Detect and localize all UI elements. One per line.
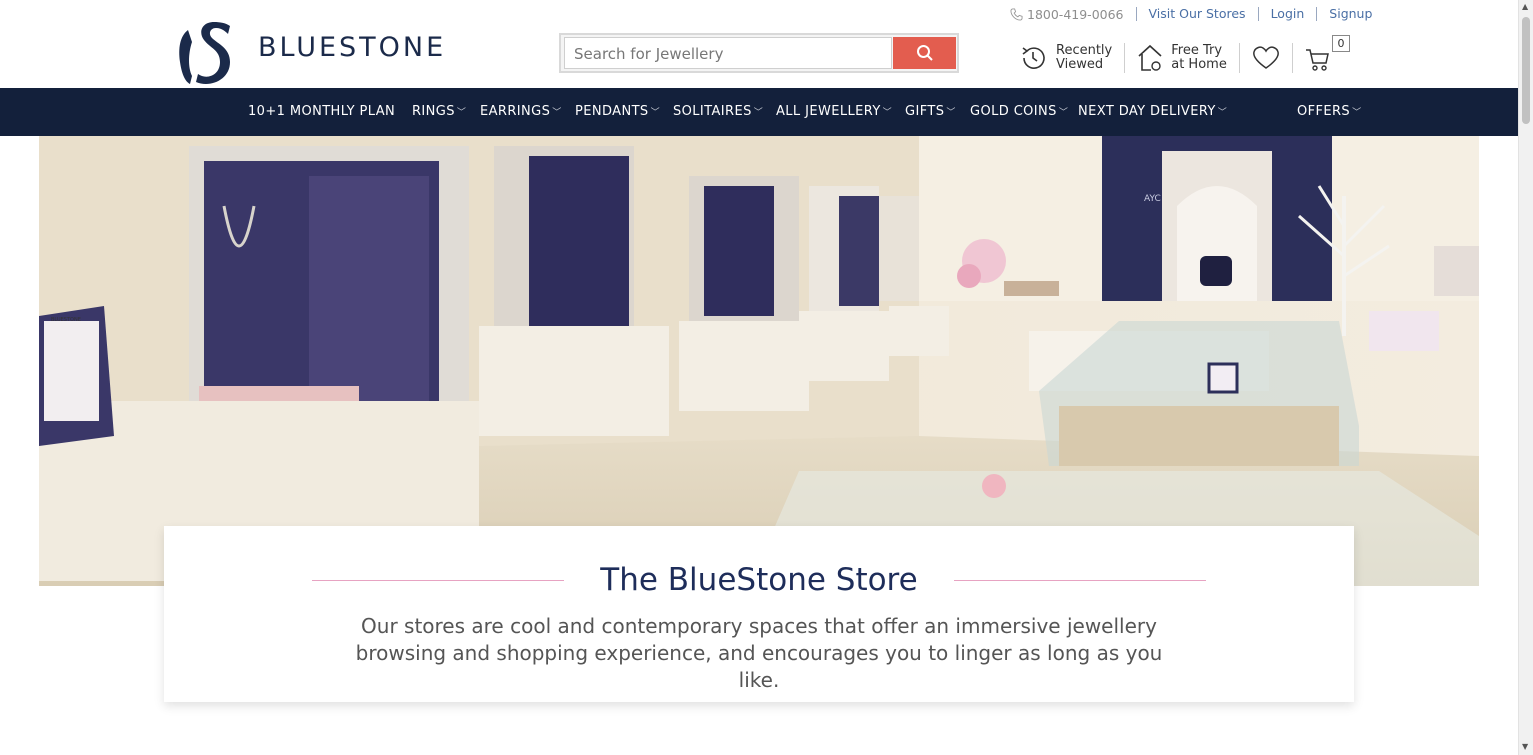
- nav-next-day-delivery[interactable]: NEXT DAY DELIVERY ﹀: [1078, 104, 1227, 119]
- visit-stores-link[interactable]: Visit Our Stores: [1135, 7, 1258, 21]
- store-title: The BlueStone Store: [600, 562, 918, 598]
- search-button[interactable]: [893, 37, 956, 69]
- free-try-at-home-button[interactable]: Free Try at Home: [1137, 43, 1227, 73]
- nav-gold-coins[interactable]: GOLD COINS ﹀: [970, 104, 1068, 119]
- store-description: Our stores are cool and contemporary spa…: [355, 614, 1163, 692]
- display-board-text: BLUESTONE: [51, 317, 81, 323]
- cart-icon: [1305, 49, 1329, 71]
- nav-label: NEXT DAY DELIVERY: [1078, 104, 1216, 119]
- nav-gifts[interactable]: GIFTS ﹀: [905, 104, 956, 119]
- main-nav: 10+1 MONTHLY PLAN RINGS ﹀ EARRINGS ﹀ PENDA…: [0, 88, 1518, 136]
- nav-label: SOLITAIRES: [673, 104, 752, 119]
- nav-label: OFFERS: [1297, 104, 1351, 119]
- chevron-down-icon: ﹀: [1058, 108, 1069, 118]
- top-links: 1800-419-0066 Visit Our Stores Login Sig…: [1010, 6, 1384, 22]
- scroll-up-arrow-icon[interactable]: ▲: [1522, 2, 1528, 11]
- chevron-down-icon: ﹀: [1217, 108, 1228, 118]
- phone-link[interactable]: 1800-419-0066: [1010, 7, 1136, 22]
- login-link[interactable]: Login: [1257, 7, 1317, 21]
- scroll-down-arrow-icon[interactable]: ▼: [1522, 742, 1528, 751]
- nav-earrings[interactable]: EARRINGS ﹀: [480, 104, 562, 119]
- store-interior-illustration: AYC BLUESTONE: [39, 136, 1479, 586]
- cart-button[interactable]: [1305, 44, 1331, 72]
- nav-label: RINGS: [412, 104, 455, 119]
- nav-rings[interactable]: RINGS ﹀: [412, 104, 466, 119]
- phone-number: 1800-419-0066: [1027, 6, 1124, 22]
- chevron-down-icon: ﹀: [882, 108, 893, 118]
- chevron-down-icon: ﹀: [552, 108, 562, 118]
- viewed-label: Viewed: [1056, 57, 1104, 72]
- heart-icon: [1252, 46, 1279, 69]
- cart-count-badge: 0: [1332, 35, 1350, 52]
- free-try-label: Free Try: [1171, 43, 1223, 58]
- chevron-down-icon: ﹀: [650, 108, 660, 118]
- bluestone-logo-icon[interactable]: [174, 18, 236, 86]
- recently-viewed-button[interactable]: Recently Viewed: [1018, 43, 1112, 73]
- page-scrollbar[interactable]: ▲ ▼: [1518, 0, 1533, 755]
- history-icon: [1022, 47, 1045, 69]
- wishlist-button[interactable]: [1252, 45, 1280, 71]
- store-hero-image: AYC BLUESTONE: [39, 136, 1479, 586]
- nav-offers[interactable]: OFFERS ﹀: [1297, 104, 1362, 119]
- recently-label: Recently: [1056, 43, 1113, 58]
- wall-text: AYC: [1144, 194, 1161, 204]
- scrollbar-thumb[interactable]: [1522, 17, 1530, 124]
- nav-label: ALL JEWELLERY: [776, 104, 881, 119]
- search-icon: [916, 45, 933, 61]
- chevron-down-icon: ﹀: [1352, 108, 1362, 118]
- search-bar: Search for Jewellery: [559, 33, 959, 73]
- nav-label: EARRINGS: [480, 104, 551, 119]
- at-home-label: at Home: [1171, 57, 1227, 72]
- nav-solitaires[interactable]: SOLITAIRES ﹀: [673, 104, 763, 119]
- nav-label: 10+1 MONTHLY PLAN: [248, 104, 396, 119]
- nav-label: GIFTS: [905, 104, 945, 119]
- divider: [1238, 43, 1240, 73]
- nav-label: GOLD COINS: [970, 104, 1057, 119]
- header-actions: Recently Viewed Free Try at Home: [1018, 38, 1331, 78]
- divider: [1124, 43, 1126, 73]
- nav-all-jewellery[interactable]: ALL JEWELLERY ﹀: [776, 104, 892, 119]
- chevron-down-icon: ﹀: [753, 108, 764, 118]
- search-input[interactable]: Search for Jewellery: [564, 37, 892, 69]
- chevron-down-icon: ﹀: [456, 108, 467, 118]
- home-icon: [1138, 44, 1162, 71]
- store-info-card: The BlueStone Store Our stores are cool …: [164, 526, 1354, 702]
- logo-text[interactable]: BLUESTONE: [258, 32, 446, 63]
- site-header: BLUESTONE 1800-419-0066 Visit Our Stores…: [0, 0, 1518, 102]
- nav-pendants[interactable]: PENDANTS ﹀: [575, 104, 660, 119]
- divider: [1291, 43, 1293, 73]
- page: BLUESTONE 1800-419-0066 Visit Our Stores…: [0, 0, 1533, 755]
- signup-link[interactable]: Signup: [1316, 7, 1384, 21]
- phone-icon: [1010, 7, 1023, 21]
- nav-label: PENDANTS: [575, 104, 649, 119]
- chevron-down-icon: ﹀: [946, 108, 956, 118]
- nav-monthly-plan[interactable]: 10+1 MONTHLY PLAN: [248, 104, 395, 119]
